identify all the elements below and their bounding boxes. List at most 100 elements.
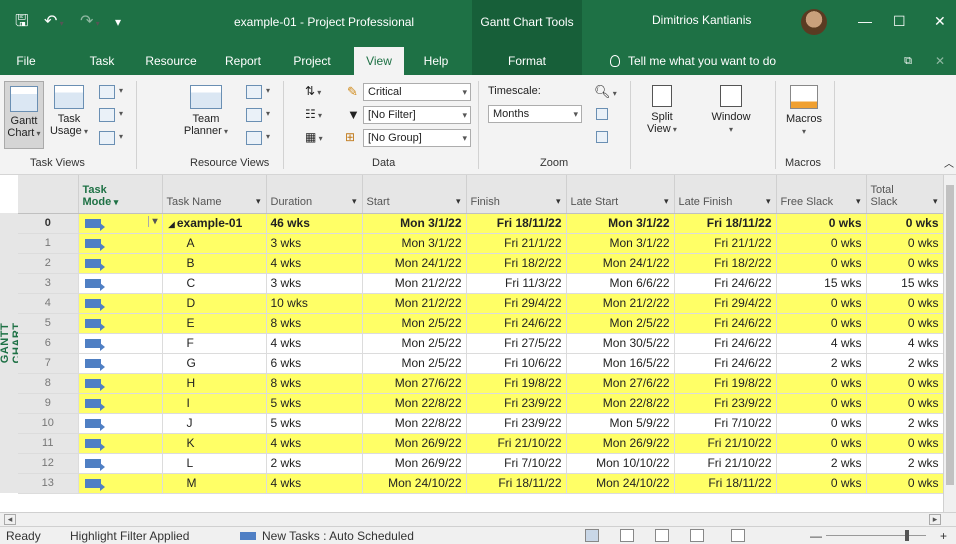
gantt-view-icon[interactable]	[585, 529, 599, 542]
task-mode-cell[interactable]	[78, 353, 163, 374]
late-start-cell[interactable]: Mon 27/6/22	[566, 373, 675, 394]
table-row[interactable]: 7 G6 wks Mon 2/5/22 Fri 10/6/22 Mon 16/5/22 F…	[18, 353, 944, 374]
column-header-total-slack[interactable]: Total Slack ▾	[866, 175, 944, 214]
duration-cell[interactable]: 4 wks	[266, 253, 363, 274]
task-mode-cell[interactable]	[78, 413, 163, 434]
resource-sheet-icon[interactable]	[246, 108, 262, 122]
tell-me-box[interactable]: Tell me what you want to do	[610, 47, 776, 75]
late-finish-cell[interactable]: Fri 19/8/22	[674, 373, 777, 394]
column-header-finish[interactable]: Finish ▾	[466, 175, 567, 214]
start-cell[interactable]: Mon 2/5/22	[362, 313, 467, 334]
save-icon[interactable]: 🖫	[15, 11, 29, 33]
total-slack-cell[interactable]: 0 wks	[866, 293, 944, 314]
duration-cell[interactable]: 3 wks	[266, 273, 363, 294]
entire-project-icon[interactable]	[596, 108, 608, 120]
task-name-cell[interactable]: G	[162, 353, 267, 374]
table-row[interactable]: 12 L 2 wks Mon 26/9/22 Fri 7/10/22 Mon 10/10/…	[18, 453, 944, 474]
table-row[interactable]: 5E8 wks Mon 2/5/22 Fri 24/6/22 Mon 2/5/22 Fr…	[18, 313, 944, 334]
avatar[interactable]	[801, 9, 827, 35]
start-cell[interactable]: Mon 3/1/22	[362, 233, 467, 254]
finish-cell[interactable]: Fri 23/9/22	[466, 393, 567, 414]
duration-cell[interactable]: 10 wks	[266, 293, 363, 314]
zoom-out-icon[interactable]: —	[810, 527, 822, 544]
calendar-icon[interactable]	[99, 108, 115, 122]
finish-cell[interactable]: Fri 7/10/22	[466, 453, 567, 474]
late-finish-cell[interactable]: Fri 24/6/22	[674, 353, 777, 374]
start-cell[interactable]: Mon 21/2/22	[362, 273, 467, 294]
task-name-cell[interactable]: ◢ example-01	[162, 213, 267, 234]
task-name-cell[interactable]: D	[162, 293, 267, 314]
select-all-header[interactable]	[18, 175, 79, 214]
split-view-button[interactable]: Split View ▾	[637, 85, 687, 135]
task-mode-cell[interactable]	[78, 253, 163, 274]
timescale-dropdown[interactable]: Months	[488, 105, 582, 123]
task-mode-cell[interactable]	[78, 313, 163, 334]
late-start-cell[interactable]: Mon 24/10/22	[566, 473, 675, 494]
column-header-start[interactable]: Start ▾	[362, 175, 467, 214]
free-slack-cell[interactable]: 0 wks	[776, 373, 867, 394]
team-planner-view-icon[interactable]	[655, 529, 669, 542]
duration-cell[interactable]: 5 wks	[266, 393, 363, 414]
table-row[interactable]: 8H8 wks Mon 27/6/22 Fri 19/8/22 Mon 27/6/22…	[18, 373, 944, 394]
late-finish-cell[interactable]: Fri 18/11/22	[674, 213, 777, 234]
late-start-cell[interactable]: Mon 22/8/22	[566, 393, 675, 414]
duration-cell[interactable]: 8 wks	[266, 373, 363, 394]
table-row[interactable]: 4 D 10 wks Mon 21/2/22 Fri 29/4/22 Mon 21/2/2…	[18, 293, 944, 314]
summary-task-row[interactable]: 0 ▾ ◢ example-01 46 wks Mon 3/1/22 Fri 18/11/…	[18, 212, 944, 234]
tab-project[interactable]: Project	[281, 47, 343, 75]
sort-icon[interactable]: ⇅ ▾	[305, 84, 321, 98]
free-slack-cell[interactable]: 0 wks	[776, 233, 867, 254]
task-mode-cell[interactable]	[78, 333, 163, 354]
task-mode-cell[interactable]	[78, 293, 163, 314]
total-slack-cell[interactable]: 0 wks	[866, 233, 944, 254]
vertical-scroll-thumb[interactable]	[946, 185, 954, 485]
late-start-cell[interactable]: Mon 2/5/22	[566, 313, 675, 334]
duration-cell[interactable]: 4 wks	[266, 333, 363, 354]
tab-file[interactable]: File	[0, 47, 52, 75]
late-start-cell[interactable]: Mon 26/9/22	[566, 433, 675, 454]
start-cell[interactable]: Mon 26/9/22	[362, 453, 467, 474]
task-usage-view-icon[interactable]	[620, 529, 634, 542]
row-id-cell[interactable]: 1	[18, 233, 79, 254]
status-new-tasks[interactable]: New Tasks : Auto Scheduled	[262, 527, 414, 544]
finish-cell[interactable]: Fri 21/10/22	[466, 433, 567, 454]
column-header-late-start[interactable]: Late Start ▾	[566, 175, 675, 214]
horizontal-scrollbar[interactable]: ◂ ▸	[0, 512, 956, 526]
resource-other-views-icon[interactable]	[246, 131, 262, 145]
late-finish-cell[interactable]: Fri 18/11/22	[674, 473, 777, 494]
column-header-late-finish[interactable]: Late Finish ▾	[674, 175, 777, 214]
zoom-slider[interactable]	[826, 535, 926, 536]
late-finish-cell[interactable]: Fri 21/10/22	[674, 433, 777, 454]
task-name-cell[interactable]: C	[162, 273, 267, 294]
team-planner-button[interactable]: Team Planner ▾	[178, 85, 234, 137]
collapse-ribbon-icon[interactable]: ︿	[944, 155, 954, 170]
free-slack-cell[interactable]: 0 wks	[776, 473, 867, 494]
zoom-in-icon[interactable]: +	[940, 527, 947, 544]
undo-icon[interactable]: ↶ ▾	[44, 11, 64, 33]
free-slack-cell[interactable]: 4 wks	[776, 333, 867, 354]
free-slack-cell[interactable]: 15 wks	[776, 273, 867, 294]
selected-tasks-icon[interactable]	[596, 131, 608, 143]
free-slack-cell[interactable]: 0 wks	[776, 253, 867, 274]
late-start-cell[interactable]: Mon 3/1/22	[566, 213, 675, 234]
duration-cell[interactable]: 46 wks	[266, 213, 363, 234]
tab-view[interactable]: View	[354, 47, 404, 75]
zoom-slider-thumb[interactable]	[905, 530, 909, 541]
free-slack-cell[interactable]: 0 wks	[776, 293, 867, 314]
finish-cell[interactable]: Fri 18/11/22	[466, 213, 567, 234]
table-row[interactable]: 1A3 wks Mon 3/1/22 Fri 21/1/22 Mon 3/1/22 Fr…	[18, 233, 944, 254]
column-header-task-mode[interactable]: Task Mode ▾	[78, 175, 163, 214]
duration-cell[interactable]: 3 wks	[266, 233, 363, 254]
task-mode-cell[interactable]	[78, 473, 163, 494]
free-slack-cell[interactable]: 0 wks	[776, 433, 867, 454]
start-cell[interactable]: Mon 27/6/22	[362, 373, 467, 394]
maximize-icon[interactable]: ☐	[893, 13, 906, 30]
late-start-cell[interactable]: Mon 5/9/22	[566, 413, 675, 434]
row-id-cell[interactable]: 4	[18, 293, 79, 314]
table-row[interactable]: 13 M 4 wks Mon 24/10/22 Fri 18/11/22 Mon 24/1…	[18, 473, 944, 494]
column-header-free-slack[interactable]: Free Slack ▾	[776, 175, 867, 214]
finish-cell[interactable]: Fri 24/6/22	[466, 313, 567, 334]
task-name-cell[interactable]: L	[162, 453, 267, 474]
finish-cell[interactable]: Fri 11/3/22	[466, 273, 567, 294]
table-row[interactable]: 6F4 wks Mon 2/5/22 Fri 27/5/22 Mon 30/5/22 F…	[18, 333, 944, 354]
